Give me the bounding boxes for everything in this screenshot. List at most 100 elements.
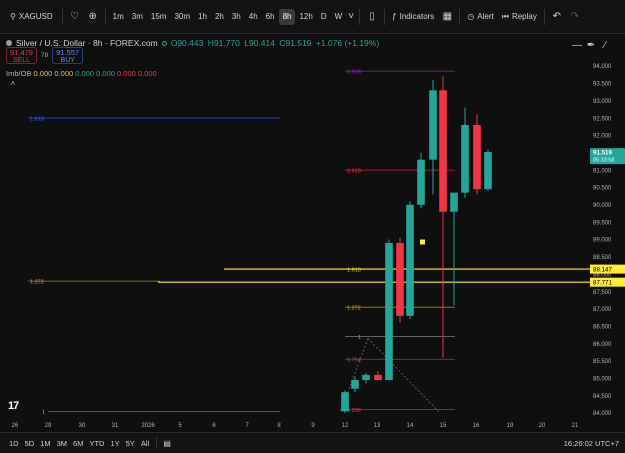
signal-marker bbox=[420, 239, 425, 245]
symbol-search-button[interactable]: ⚲ XAGUSD bbox=[4, 7, 59, 27]
candle-body bbox=[439, 90, 447, 212]
buy-label: BUY bbox=[60, 57, 75, 64]
range-5y[interactable]: 5Y bbox=[123, 439, 138, 448]
undo-icon[interactable]: ↶ bbox=[548, 8, 566, 26]
search-icon: ⚲ bbox=[10, 12, 16, 21]
separator bbox=[459, 8, 461, 25]
interval-list: 1m 3m 15m 30m 1h 2h 3h 4h 6h 8h 12h D W bbox=[109, 8, 347, 25]
candle-body bbox=[417, 159, 425, 205]
time-axis[interactable]: 26 29 30 31 2026 5 6 7 8 9 12 13 14 15 16 19 20 21 bbox=[0, 418, 590, 430]
fib-level-label: 0.764 bbox=[347, 358, 361, 364]
separator bbox=[104, 8, 106, 25]
drawing-tools: — ✒ ∕ bbox=[570, 36, 612, 54]
candle-body bbox=[406, 204, 414, 316]
time-tick-label: 2026 bbox=[141, 423, 155, 429]
price-tick-label: 86.500 bbox=[593, 324, 612, 330]
interval-w[interactable]: W bbox=[331, 9, 347, 25]
range-list: 1D 5D 1M 3M 6M YTD 1Y 5Y All bbox=[6, 439, 152, 448]
clock-display[interactable]: 16:26:02 UTC+7 bbox=[564, 439, 619, 448]
interval-3h[interactable]: 3h bbox=[228, 9, 245, 25]
range-1y[interactable]: 1Y bbox=[107, 439, 122, 448]
sell-button[interactable]: 91.479 SELL bbox=[6, 47, 37, 64]
add-compare-icon[interactable]: ⊕ bbox=[84, 8, 102, 26]
bottom-toolbar: 1D 5D 1M 3M 6M YTD 1Y 5Y All ▤ 16:26:02 UTC+7 bbox=[0, 432, 625, 453]
time-tick-label: 6 bbox=[212, 423, 216, 429]
alert-label: Alert bbox=[477, 12, 494, 21]
indicator-value: 0.000 bbox=[75, 69, 95, 78]
interval-2h[interactable]: 2h bbox=[211, 9, 228, 25]
fib-level-label: 1.618 bbox=[347, 267, 361, 273]
price-tick-label: 87.000 bbox=[593, 307, 612, 313]
chevron-down-icon[interactable]: ˅ bbox=[346, 8, 356, 26]
time-tick-label: 20 bbox=[539, 423, 546, 429]
indicator-name: Imb/OB bbox=[6, 69, 32, 78]
range-3m[interactable]: 3M bbox=[54, 439, 70, 448]
replay-button[interactable]: ⏮ Replay bbox=[498, 7, 541, 27]
interval-30m[interactable]: 30m bbox=[170, 9, 194, 25]
price-tick-label: 91.000 bbox=[593, 168, 612, 174]
interval-4h[interactable]: 4h bbox=[245, 9, 262, 25]
indicators-icon: ƒ bbox=[392, 12, 397, 21]
separator bbox=[359, 8, 361, 25]
open-value: O90.443 bbox=[170, 38, 204, 48]
countdown-label: 05:33:58 bbox=[593, 158, 614, 164]
range-ytd[interactable]: YTD bbox=[86, 439, 107, 448]
range-5d[interactable]: 5D bbox=[22, 439, 38, 448]
layouts-icon[interactable]: ▦ bbox=[438, 8, 456, 26]
interval-1m[interactable]: 1m bbox=[109, 9, 128, 25]
indicators-label: Indicators bbox=[399, 12, 435, 21]
range-1d[interactable]: 1D bbox=[6, 439, 22, 448]
indicators-button[interactable]: ƒ Indicators bbox=[388, 7, 438, 27]
price-axis[interactable]: 94.00093.50093.00092.50092.00091.50091.0… bbox=[590, 34, 625, 420]
time-tick-label: 14 bbox=[407, 423, 414, 429]
time-tick-label: 7 bbox=[245, 423, 249, 429]
price-line-label: 88.147 bbox=[593, 266, 612, 273]
chart-type-icon[interactable]: ▯ bbox=[363, 8, 381, 26]
market-status-icon bbox=[161, 40, 167, 46]
favorite-icon[interactable]: ♡ bbox=[66, 8, 84, 26]
indicator-value: 0.000 bbox=[117, 69, 136, 78]
baseline-label: 1 bbox=[42, 409, 45, 415]
horizontal-line-icon[interactable]: — bbox=[570, 36, 584, 54]
price-tick-label: 89.500 bbox=[593, 220, 612, 226]
candle-body bbox=[461, 124, 469, 193]
interval-6h[interactable]: 6h bbox=[262, 9, 279, 25]
price-tick-label: 93.000 bbox=[593, 99, 612, 105]
fib-level-label: 1.272 bbox=[30, 280, 44, 286]
interval-8h[interactable]: 8h bbox=[278, 8, 296, 25]
interval-1h[interactable]: 1h bbox=[194, 9, 211, 25]
replay-label: Replay bbox=[511, 12, 537, 21]
time-tick-label: 19 bbox=[507, 423, 514, 429]
range-all[interactable]: All bbox=[138, 439, 152, 448]
price-tick-label: 84.500 bbox=[593, 394, 612, 400]
interval-d[interactable]: D bbox=[317, 9, 331, 25]
ruler-icon[interactable]: ∕ bbox=[598, 36, 612, 54]
candle-body bbox=[396, 242, 404, 316]
range-6m[interactable]: 6M bbox=[70, 439, 86, 448]
alert-button[interactable]: ◷ Alert bbox=[463, 7, 497, 27]
time-tick-label: 31 bbox=[112, 423, 119, 429]
time-tick-label: 8 bbox=[277, 423, 281, 429]
chart-background bbox=[0, 34, 590, 420]
chart-pane[interactable]: 1.618 1.272 3.618 2.618 1.618 1.272 1 0.764 0.23… bbox=[0, 34, 590, 420]
high-value: H91.770 bbox=[207, 38, 240, 48]
buy-button[interactable]: 91.557 BUY bbox=[52, 47, 84, 64]
range-1m[interactable]: 1M bbox=[37, 439, 53, 448]
tradingview-logo[interactable]: 17 bbox=[8, 400, 19, 412]
collapse-legend-button[interactable]: ˄ bbox=[6, 79, 20, 91]
interval-12h[interactable]: 12h bbox=[295, 9, 316, 25]
pen-icon[interactable]: ✒ bbox=[584, 36, 598, 54]
date-range-calendar-icon[interactable]: ▤ bbox=[161, 434, 173, 452]
time-tick-label: 5 bbox=[178, 423, 182, 429]
price-tick-label: 86.000 bbox=[593, 342, 612, 348]
indicator-legend[interactable]: Imb/OB 0.000 0.000 0.000 0.000 0.000 0.0… bbox=[6, 69, 157, 78]
top-toolbar: ⚲ XAGUSD ♡ ⊕ 1m 3m 15m 30m 1h 2h 3h 4h 6h 8h 12h D W… bbox=[0, 0, 625, 34]
interval-3m[interactable]: 3m bbox=[128, 9, 147, 25]
chevron-up-icon: ˄ bbox=[10, 79, 16, 88]
redo-icon[interactable]: ↷ bbox=[566, 8, 584, 26]
separator bbox=[156, 437, 158, 449]
replay-icon: ⏮ bbox=[501, 11, 509, 21]
indicator-value: 0.000 bbox=[33, 69, 53, 78]
interval-15m[interactable]: 15m bbox=[147, 9, 171, 25]
price-tick-label: 94.000 bbox=[593, 64, 612, 70]
